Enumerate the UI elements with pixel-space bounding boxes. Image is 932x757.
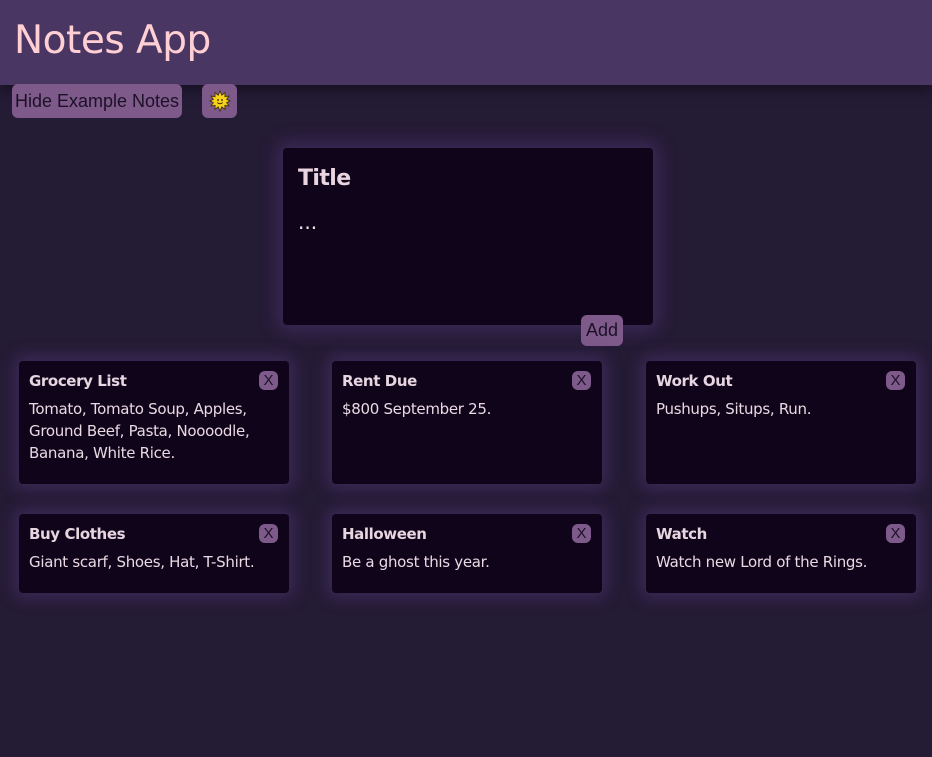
delete-note-button[interactable]: X [259, 371, 278, 390]
note-title: Work Out [656, 372, 733, 390]
note-card: Buy Clothes X Giant scarf, Shoes, Hat, T… [19, 514, 289, 593]
app-header: Notes App [0, 0, 932, 85]
app-title: Notes App [14, 18, 211, 63]
add-note-button[interactable]: Add [581, 315, 623, 346]
note-card: Grocery List X Tomato, Tomato Soup, Appl… [19, 361, 289, 484]
note-title-input[interactable]: Title [298, 166, 351, 191]
note-card: Halloween X Be a ghost this year. [332, 514, 602, 593]
note-title: Halloween [342, 525, 427, 543]
note-title: Watch [656, 525, 707, 543]
hide-example-notes-button[interactable]: Hide Example Notes [12, 84, 182, 118]
note-body: Tomato, Tomato Soup, Apples, Ground Beef… [29, 400, 250, 462]
note-card: Work Out X Pushups, Situps, Run. [646, 361, 916, 484]
note-body-input[interactable]: ... [298, 210, 317, 234]
theme-toggle-button[interactable] [202, 84, 237, 118]
note-body: Pushups, Situps, Run. [656, 400, 812, 418]
delete-note-button[interactable]: X [259, 524, 278, 543]
delete-note-button[interactable]: X [572, 524, 591, 543]
delete-note-button[interactable]: X [886, 524, 905, 543]
note-card: Watch X Watch new Lord of the Rings. [646, 514, 916, 593]
note-body: Giant scarf, Shoes, Hat, T-Shirt. [29, 553, 255, 571]
note-body: Watch new Lord of the Rings. [656, 553, 868, 571]
delete-note-button[interactable]: X [886, 371, 905, 390]
note-body: Be a ghost this year. [342, 553, 490, 571]
new-note-form: Title ... [283, 148, 653, 325]
note-title: Grocery List [29, 372, 127, 390]
note-title: Buy Clothes [29, 525, 126, 543]
note-body: $800 September 25. [342, 400, 492, 418]
sun-icon [208, 90, 231, 112]
note-card: Rent Due X $800 September 25. [332, 361, 602, 484]
delete-note-button[interactable]: X [572, 371, 591, 390]
note-title: Rent Due [342, 372, 417, 390]
